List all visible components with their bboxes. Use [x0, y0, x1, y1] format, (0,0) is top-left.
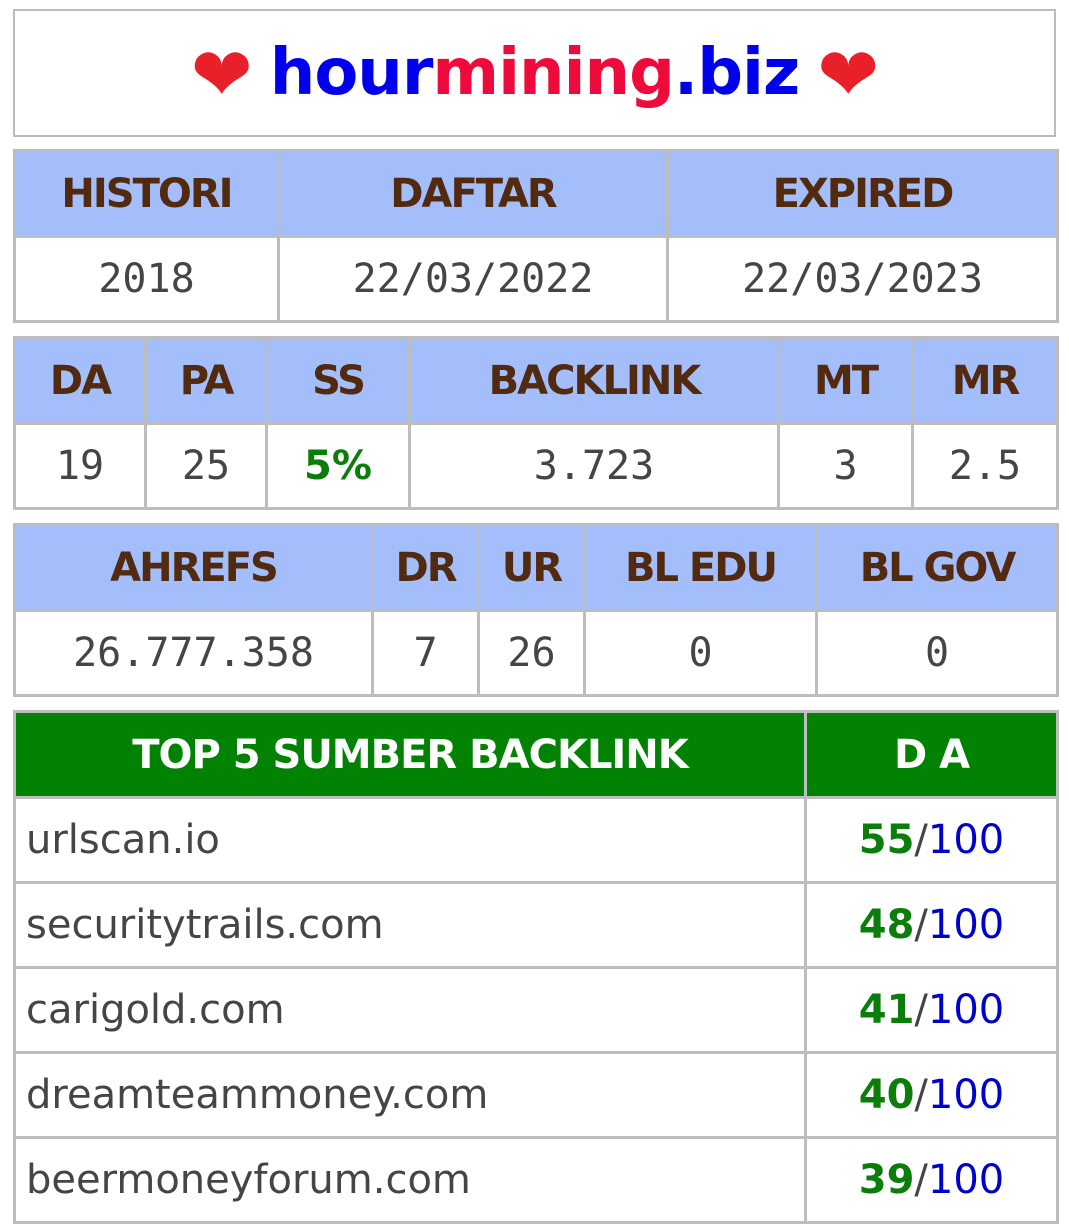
table-header-row: AHREFS DR UR BL EDU BL GOV — [13, 523, 1059, 612]
value-daftar: 22/03/2022 — [277, 235, 669, 323]
header-ahrefs: AHREFS — [13, 523, 374, 612]
da-score: 41 — [858, 987, 915, 1033]
da-score: 39 — [858, 1157, 915, 1203]
value-bl-edu: 0 — [583, 609, 818, 697]
value-expired: 22/03/2023 — [666, 235, 1059, 323]
value-dr: 7 — [371, 609, 480, 697]
backlink-da: 41/100 — [804, 966, 1059, 1054]
value-backlink: 3.723 — [408, 422, 780, 510]
moz-metrics-table: DA PA SS BACKLINK MT MR 19 25 5% 3.723 3… — [13, 336, 1059, 510]
table-header-row: TOP 5 SUMBER BACKLINK D A — [13, 710, 1059, 799]
ahrefs-table: AHREFS DR UR BL EDU BL GOV 26.777.358 7 … — [13, 523, 1059, 697]
domain-name: hourmining.biz — [269, 36, 800, 110]
da-separator: / — [914, 987, 928, 1033]
domain-name-part3: .biz — [673, 36, 800, 110]
backlink-source: urlscan.io — [13, 796, 807, 884]
table-row: dreamteammoney.com 40/100 — [13, 1051, 1059, 1139]
header-ur: UR — [477, 523, 586, 612]
da-score: 40 — [858, 1072, 915, 1118]
heart-icon: ❤ — [190, 32, 253, 118]
value-histori: 2018 — [13, 235, 280, 323]
header-da: DA — [13, 336, 147, 425]
backlink-source: securitytrails.com — [13, 881, 807, 969]
value-da: 19 — [13, 422, 147, 510]
header-ss: SS — [265, 336, 411, 425]
da-separator: / — [914, 817, 928, 863]
domain-title: ❤ hourmining.biz ❤ — [13, 9, 1056, 137]
da-max: 100 — [927, 1072, 1005, 1118]
value-mt: 3 — [777, 422, 914, 510]
da-separator: / — [914, 1157, 928, 1203]
domain-card: ❤ hourmining.biz ❤ HISTORI DAFTAR EXPIRE… — [13, 9, 1059, 1224]
value-ss: 5% — [265, 422, 411, 510]
table-row: 26.777.358 7 26 0 0 — [13, 609, 1059, 697]
backlink-source: dreamteammoney.com — [13, 1051, 807, 1139]
value-bl-gov: 0 — [815, 609, 1059, 697]
header-mr: MR — [911, 336, 1059, 425]
table-row: 19 25 5% 3.723 3 2.5 — [13, 422, 1059, 510]
backlink-da: 40/100 — [804, 1051, 1059, 1139]
header-pa: PA — [144, 336, 268, 425]
table-row: 2018 22/03/2022 22/03/2023 — [13, 235, 1059, 323]
backlink-source: beermoneyforum.com — [13, 1136, 807, 1224]
header-backlink: BACKLINK — [408, 336, 780, 425]
top-backlinks-table: TOP 5 SUMBER BACKLINK D A urlscan.io 55/… — [13, 710, 1059, 1224]
da-max: 100 — [927, 1157, 1005, 1203]
da-score: 48 — [858, 902, 915, 948]
table-row: urlscan.io 55/100 — [13, 796, 1059, 884]
table-row: securitytrails.com 48/100 — [13, 881, 1059, 969]
header-daftar: DAFTAR — [277, 149, 669, 238]
header-histori: HISTORI — [13, 149, 280, 238]
header-top-sources: TOP 5 SUMBER BACKLINK — [13, 710, 807, 799]
header-bl-edu: BL EDU — [583, 523, 818, 612]
history-table: HISTORI DAFTAR EXPIRED 2018 22/03/2022 2… — [13, 149, 1059, 323]
backlink-source: carigold.com — [13, 966, 807, 1054]
header-bl-gov: BL GOV — [815, 523, 1059, 612]
backlink-da: 48/100 — [804, 881, 1059, 969]
table-row: beermoneyforum.com 39/100 — [13, 1136, 1059, 1224]
da-max: 100 — [927, 902, 1005, 948]
da-score: 55 — [858, 817, 915, 863]
header-expired: EXPIRED — [666, 149, 1059, 238]
header-da: D A — [804, 710, 1059, 799]
da-max: 100 — [927, 817, 1005, 863]
header-dr: DR — [371, 523, 480, 612]
table-header-row: DA PA SS BACKLINK MT MR — [13, 336, 1059, 425]
value-ur: 26 — [477, 609, 586, 697]
value-pa: 25 — [144, 422, 268, 510]
backlink-da: 39/100 — [804, 1136, 1059, 1224]
table-header-row: HISTORI DAFTAR EXPIRED — [13, 149, 1059, 238]
backlink-da: 55/100 — [804, 796, 1059, 884]
value-ahrefs: 26.777.358 — [13, 609, 374, 697]
table-row: carigold.com 41/100 — [13, 966, 1059, 1054]
header-mt: MT — [777, 336, 914, 425]
da-max: 100 — [927, 987, 1005, 1033]
da-separator: / — [914, 902, 928, 948]
da-separator: / — [914, 1072, 928, 1118]
value-mr: 2.5 — [911, 422, 1059, 510]
heart-icon: ❤ — [817, 32, 879, 118]
domain-name-part2: mining — [432, 36, 674, 110]
domain-name-part1: hour — [269, 36, 434, 110]
